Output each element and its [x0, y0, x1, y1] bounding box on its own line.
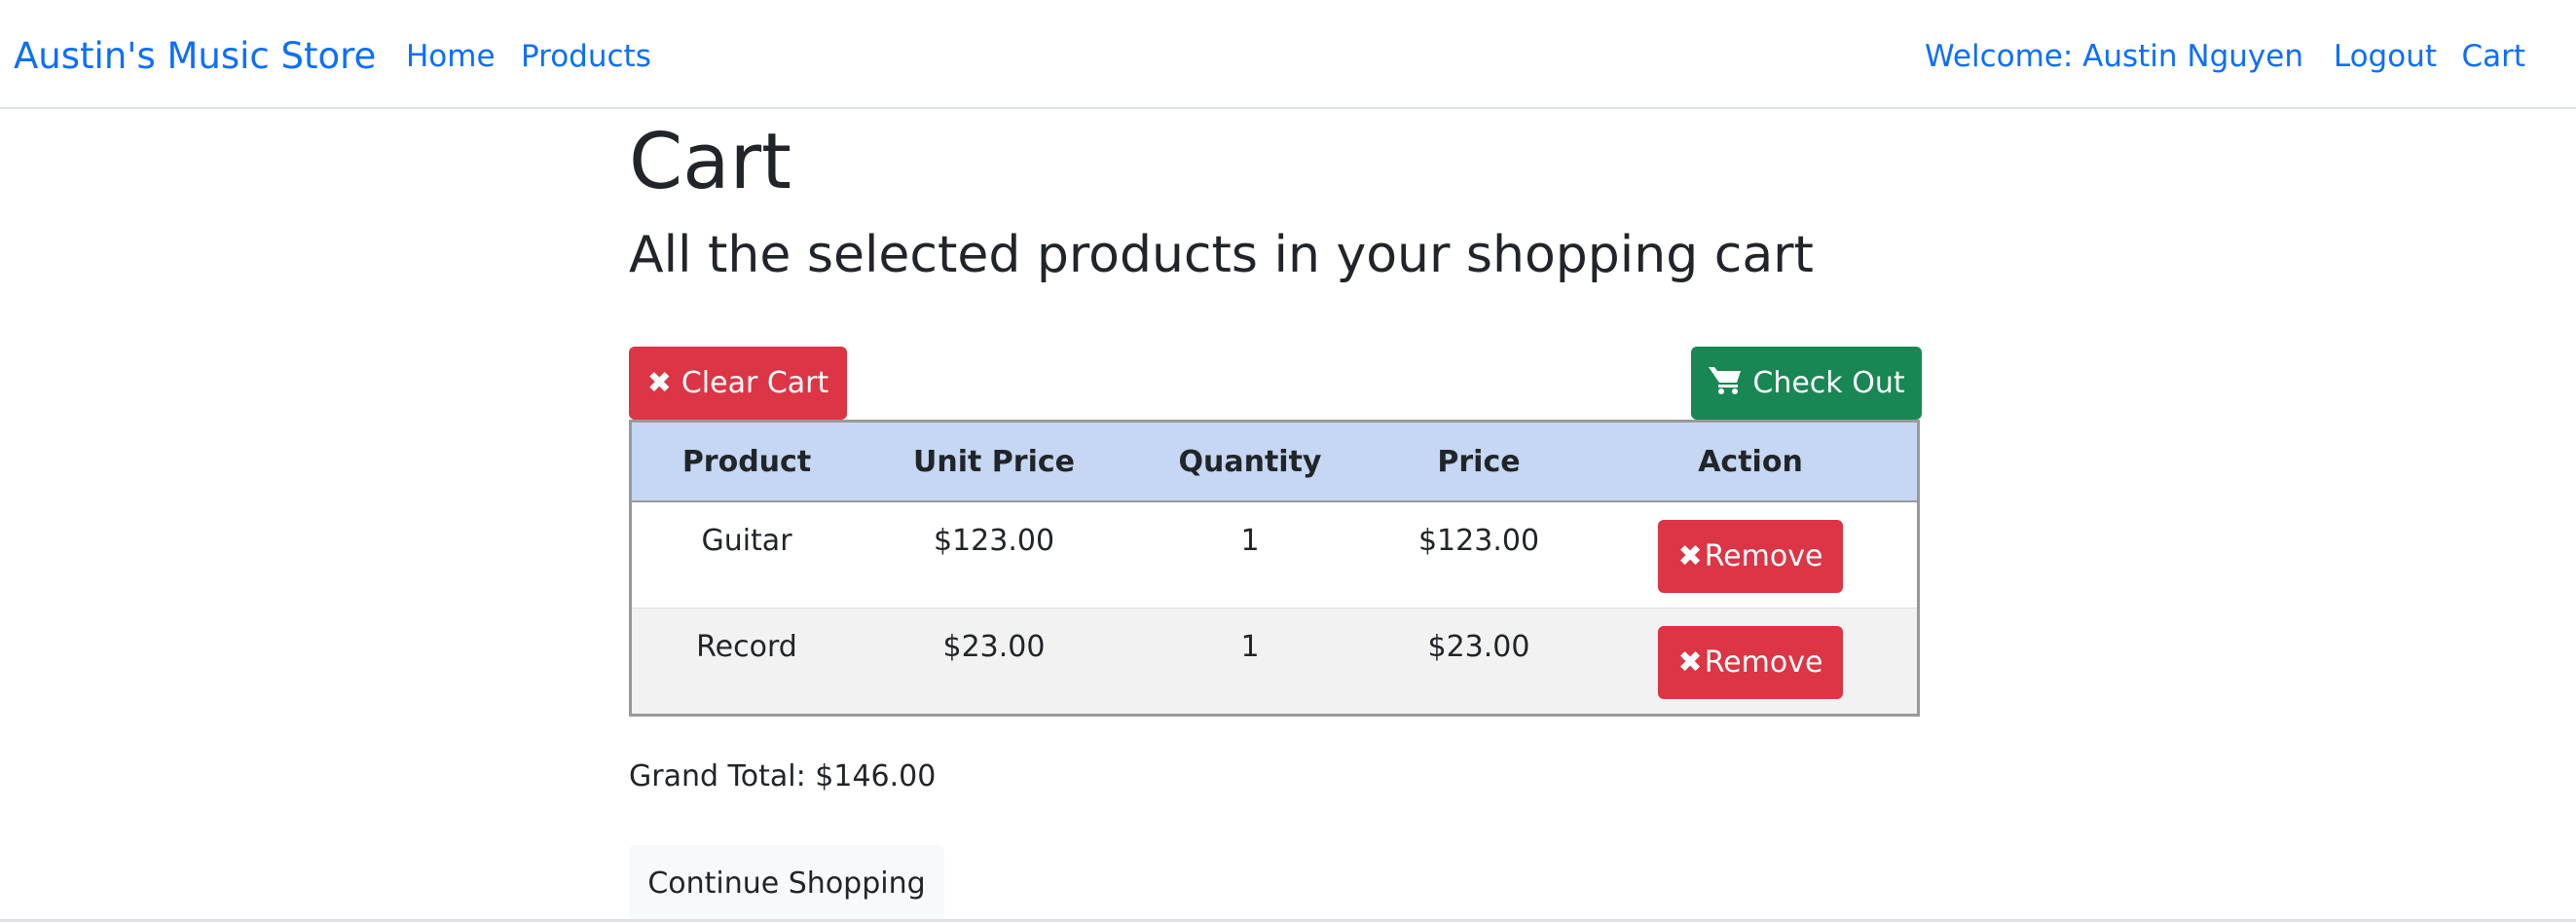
- table-header-row: Product Unit Price Quantity Price Action: [630, 421, 1919, 502]
- column-header-product: Product: [630, 421, 862, 502]
- remove-button[interactable]: ✖ Remove: [1658, 520, 1843, 593]
- cell-action: ✖ Remove: [1584, 608, 1919, 716]
- table-row: Guitar $123.00 1 $123.00 ✖ Remove: [631, 501, 1919, 609]
- cell-quantity: 1: [1126, 608, 1374, 716]
- continue-shopping-button[interactable]: Continue Shopping: [629, 845, 944, 922]
- cell-unit-price: $123.00: [933, 524, 1055, 558]
- remove-label: Remove: [1704, 539, 1823, 573]
- nav-products-link[interactable]: Products: [521, 33, 651, 80]
- cart-table: Product Unit Price Quantity Price Action…: [629, 420, 1920, 717]
- logout-link[interactable]: Logout: [2334, 33, 2437, 80]
- cell-unit-price: $23.00: [862, 608, 1126, 716]
- shopping-cart-icon: [1708, 365, 1743, 402]
- clear-cart-button[interactable]: ✖ Clear Cart: [629, 347, 847, 420]
- cell-price: $123.00: [1417, 524, 1540, 558]
- clear-cart-label: Clear Cart: [681, 366, 829, 400]
- remove-label: Remove: [1704, 645, 1823, 680]
- check-out-label: Check Out: [1752, 366, 1905, 400]
- table-row: Record $23.00 1 $23.00 ✖ Remove: [630, 608, 1919, 716]
- cell-product: Record: [630, 608, 862, 716]
- cell-product: Guitar: [701, 524, 792, 558]
- remove-button[interactable]: ✖ Remove: [1658, 626, 1843, 699]
- top-navbar: Austin's Music Store Home Products Welco…: [0, 0, 2576, 109]
- times-icon: ✖: [646, 366, 672, 400]
- cell-action: ✖ Remove: [1584, 501, 1919, 609]
- cell-quantity: 1: [1240, 524, 1260, 558]
- grand-total: Grand Total: $146.00: [629, 759, 937, 793]
- nav-cart-link[interactable]: Cart: [2461, 33, 2525, 80]
- page-subtitle: All the selected products in your shoppi…: [629, 226, 1814, 284]
- brand-link[interactable]: Austin's Music Store: [14, 33, 376, 80]
- column-header-quantity: Quantity: [1126, 421, 1374, 502]
- page-title: Cart: [629, 117, 792, 206]
- column-header-unit-price: Unit Price: [862, 421, 1126, 502]
- cell-price: $23.00: [1374, 608, 1584, 716]
- times-icon: ✖: [1677, 539, 1703, 573]
- nav-home-link[interactable]: Home: [406, 33, 496, 80]
- column-header-action: Action: [1584, 421, 1919, 502]
- welcome-user-link[interactable]: Welcome: Austin Nguyen: [1925, 33, 2303, 80]
- column-header-price: Price: [1374, 421, 1584, 502]
- check-out-button[interactable]: Check Out: [1691, 347, 1922, 420]
- times-icon: ✖: [1677, 645, 1703, 680]
